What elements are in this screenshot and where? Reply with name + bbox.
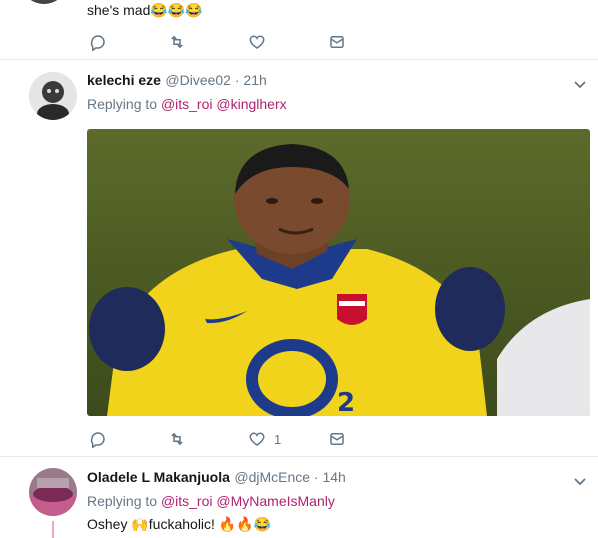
avatar[interactable] — [20, 0, 68, 4]
avatar[interactable] — [29, 72, 77, 120]
like-count: 1 — [274, 431, 282, 447]
tweet-header: kelechi eze @Divee02 · 21h — [87, 72, 267, 90]
replying-to: Replying to @its_roi @kinglherx — [87, 96, 287, 112]
avatar-image — [29, 468, 77, 516]
reply-button[interactable] — [89, 430, 107, 448]
retweet-icon — [171, 35, 183, 49]
tweet-actions: 1 — [87, 430, 367, 450]
reply-button[interactable] — [89, 33, 107, 51]
tweet-image[interactable]: 2 — [87, 129, 590, 416]
mention-link[interactable]: @its_roi — [161, 493, 213, 509]
replying-prefix: Replying to — [87, 96, 158, 112]
tweet-text: she's mad😂😂😂 — [87, 2, 203, 18]
chevron-down-icon[interactable] — [572, 76, 588, 92]
retweet-icon — [171, 432, 183, 446]
handle-and-time[interactable]: @djMcEnce · 14h — [234, 469, 345, 485]
mention-link[interactable]: @kinglherx — [216, 96, 286, 112]
display-name[interactable]: Oladele L Makanjuola — [87, 469, 230, 485]
tweet-actions — [87, 33, 367, 53]
mention-link[interactable]: @its_roi — [161, 96, 213, 112]
tweet-1[interactable]: she's mad😂😂😂 — [0, 0, 598, 60]
retweet-button[interactable] — [167, 430, 187, 448]
envelope-icon — [330, 36, 344, 48]
like-button[interactable] — [248, 33, 266, 51]
reply-icon — [90, 35, 105, 51]
dm-button[interactable] — [328, 33, 346, 51]
replying-prefix: Replying to — [87, 493, 158, 509]
heart-icon — [249, 35, 265, 49]
dm-button[interactable] — [328, 430, 346, 448]
avatar-image — [29, 72, 77, 120]
mention-link[interactable]: @MyNameIsManly — [216, 493, 334, 509]
reply-icon — [90, 432, 105, 448]
thread-line — [52, 521, 54, 538]
handle-and-time[interactable]: @Divee02 · 21h — [165, 72, 266, 88]
heart-icon — [249, 432, 265, 446]
tweet-3[interactable]: Oladele L Makanjuola @djMcEnce · 14h Rep… — [0, 457, 598, 538]
tweet-text: Oshey 🙌fuckaholic! 🔥🔥😂 — [87, 516, 272, 532]
football-player-photo: 2 — [87, 129, 590, 416]
tweet-2[interactable]: kelechi eze @Divee02 · 21h Replying to @… — [0, 60, 598, 456]
retweet-button[interactable] — [167, 33, 187, 51]
display-name[interactable]: kelechi eze — [87, 72, 161, 88]
svg-text:2: 2 — [337, 388, 355, 416]
like-button[interactable]: 1 — [248, 430, 281, 448]
chevron-down-icon[interactable] — [572, 473, 588, 489]
replying-to: Replying to @its_roi @MyNameIsManly — [87, 493, 335, 509]
envelope-icon — [330, 433, 344, 445]
avatar[interactable] — [29, 468, 77, 516]
tweet-header: Oladele L Makanjuola @djMcEnce · 14h — [87, 469, 346, 487]
